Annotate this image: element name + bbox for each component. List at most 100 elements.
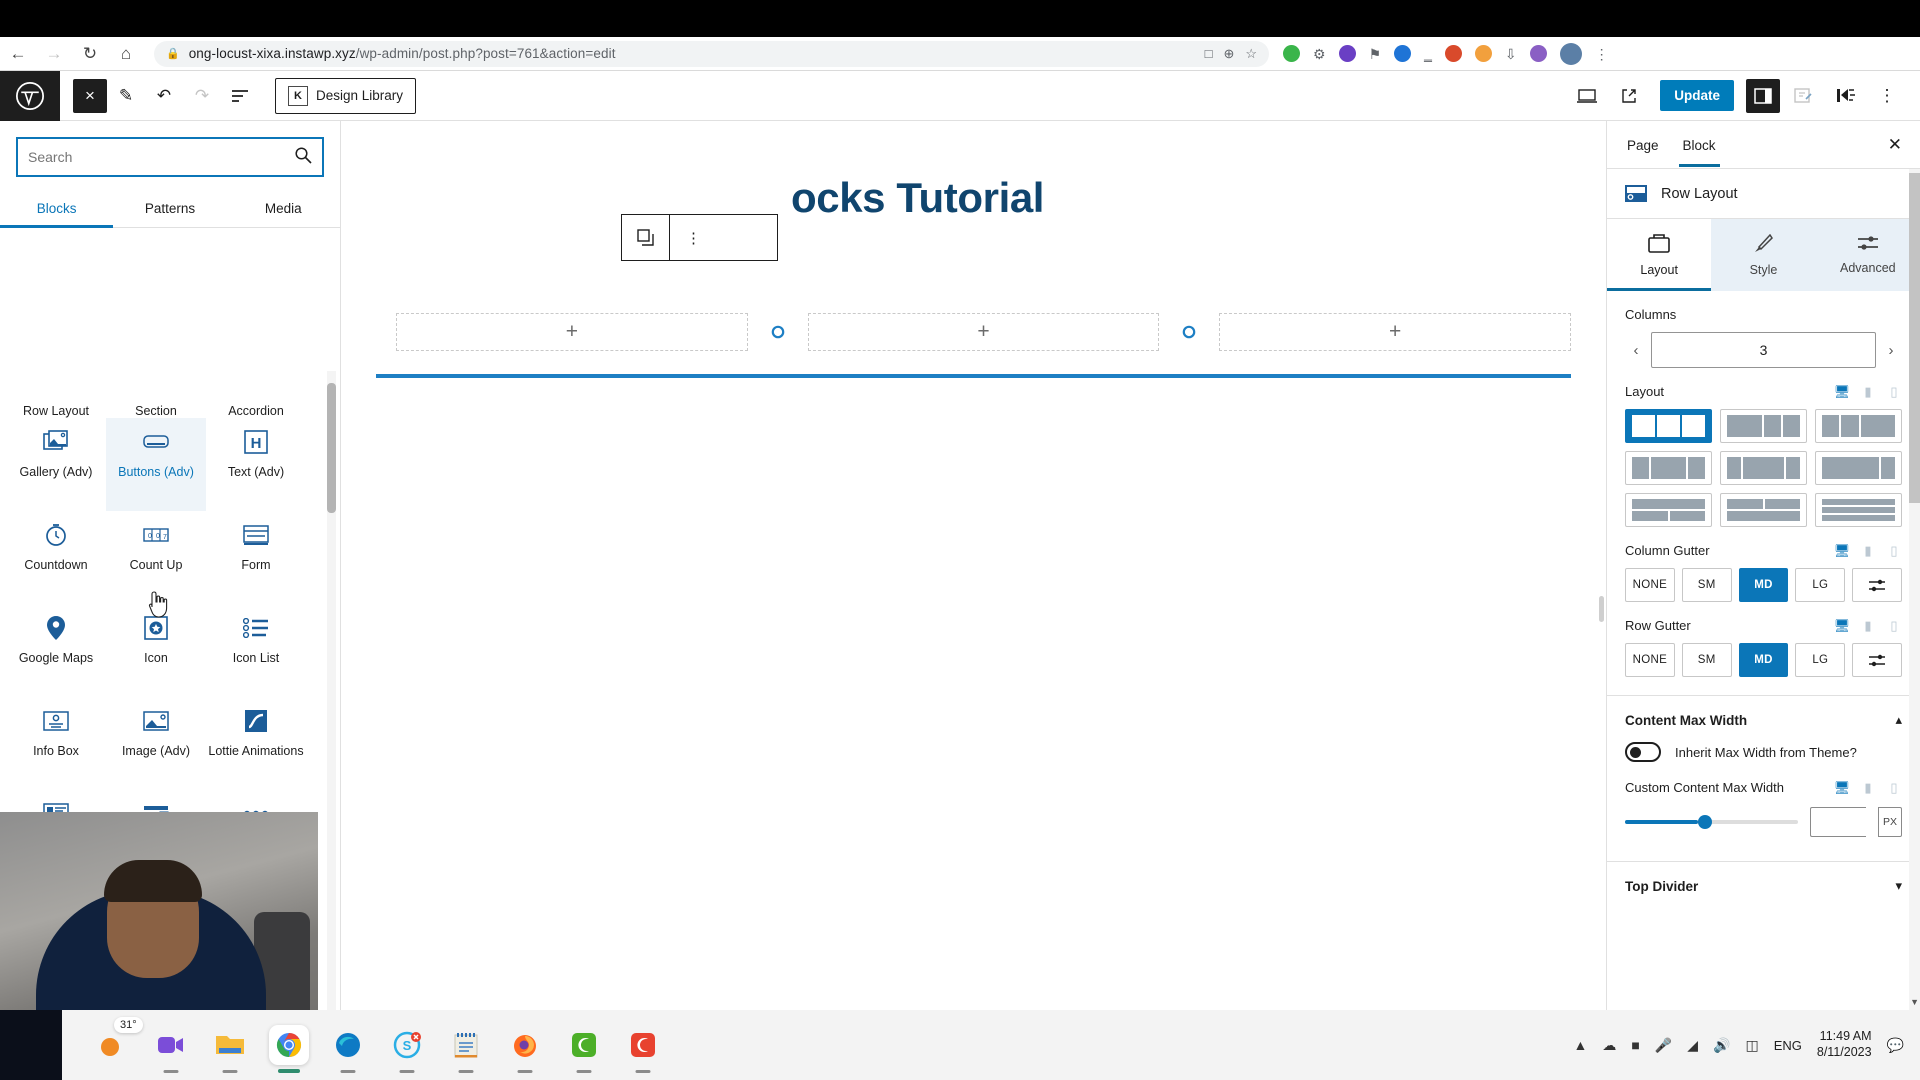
- mobile-icon[interactable]: ▯: [1886, 384, 1902, 399]
- chevron-down-icon[interactable]: ▾: [1895, 878, 1902, 894]
- close-icon[interactable]: ✕: [1888, 135, 1912, 155]
- vertical-dots-icon[interactable]: ⋮: [670, 215, 717, 260]
- back-arrow-icon[interactable]: ←: [0, 39, 36, 69]
- tablet-icon[interactable]: ▮: [1860, 618, 1876, 633]
- forward-arrow-icon[interactable]: →: [36, 39, 72, 69]
- tab-advanced[interactable]: Advanced: [1816, 219, 1920, 291]
- layout-option-left-wide-two[interactable]: [1720, 409, 1807, 443]
- slider-thumb[interactable]: [1697, 815, 1712, 829]
- block-item-google-maps[interactable]: Google Maps: [6, 604, 106, 697]
- show-hidden-icons[interactable]: ▲: [1573, 1037, 1587, 1053]
- reload-icon[interactable]: ↻: [72, 39, 108, 69]
- sidebar-scroll-down-arrow[interactable]: ▼: [1910, 997, 1919, 1007]
- microphone-icon[interactable]: 🎤: [1655, 1037, 1672, 1054]
- gutter-option-none[interactable]: NONE: [1625, 568, 1675, 602]
- unit-label[interactable]: PX: [1878, 807, 1902, 837]
- page-title[interactable]: ocks Tutorial: [791, 174, 1044, 222]
- tray-app-icon[interactable]: ■: [1631, 1037, 1639, 1053]
- update-button[interactable]: Update: [1660, 80, 1734, 111]
- design-library-button[interactable]: K Design Library: [275, 77, 417, 114]
- browser-menu-icon[interactable]: ⋮: [1595, 47, 1609, 61]
- block-item-gallery-adv[interactable]: Gallery (Adv): [6, 418, 106, 511]
- cast-icon[interactable]: □: [1205, 46, 1213, 61]
- gutter-option-sm[interactable]: SM: [1681, 568, 1732, 602]
- notifications-icon[interactable]: 💬: [1887, 1037, 1904, 1054]
- gutter-custom-button[interactable]: [1852, 568, 1902, 602]
- edge-icon[interactable]: [328, 1025, 368, 1073]
- row-gutter-option-sm[interactable]: SM: [1681, 643, 1732, 677]
- search-box[interactable]: [16, 137, 324, 177]
- preview-icon[interactable]: [1568, 77, 1606, 115]
- desktop-icon[interactable]: 🖥: [1834, 543, 1851, 558]
- block-item-form[interactable]: Form: [206, 511, 306, 604]
- clock[interactable]: 11:49 AM 8/11/2023: [1817, 1029, 1872, 1060]
- extension-blue-icon[interactable]: [1394, 45, 1412, 62]
- layout-option-center-wide[interactable]: [1625, 451, 1712, 485]
- chevron-right-icon[interactable]: ›: [1880, 342, 1902, 359]
- extension-purple-icon[interactable]: [1338, 45, 1356, 62]
- tab-block[interactable]: Block: [1671, 124, 1728, 167]
- extension-violet-icon[interactable]: [1529, 45, 1547, 62]
- column-placeholder[interactable]: +: [807, 313, 1160, 351]
- kadence-icon[interactable]: [1826, 77, 1864, 115]
- undo-icon[interactable]: ↶: [145, 77, 183, 115]
- external-link-icon[interactable]: [1610, 77, 1648, 115]
- mobile-icon[interactable]: ▯: [1886, 780, 1902, 795]
- weather-icon[interactable]: 31°: [92, 1017, 143, 1065]
- duplicate-icon[interactable]: [622, 215, 669, 260]
- row-gutter-custom-button[interactable]: [1852, 643, 1902, 677]
- gutter-option-lg[interactable]: LG: [1795, 568, 1846, 602]
- camtasia-editor-icon[interactable]: [623, 1025, 663, 1073]
- content-max-width-header[interactable]: Content Max Width ▴: [1607, 696, 1920, 742]
- gutter-option-md[interactable]: MD: [1738, 568, 1789, 602]
- language-indicator[interactable]: ENG: [1774, 1038, 1802, 1053]
- inherit-max-width-toggle[interactable]: [1625, 742, 1661, 762]
- desktop-icon[interactable]: 🖥: [1834, 780, 1851, 795]
- columns-value[interactable]: 3: [1651, 332, 1876, 368]
- pencil-icon[interactable]: ✎: [107, 77, 145, 115]
- notepad-icon[interactable]: [446, 1025, 486, 1073]
- camtasia-icon[interactable]: [564, 1025, 604, 1073]
- row-gutter-option-md[interactable]: MD: [1738, 643, 1789, 677]
- bookmark-star-icon[interactable]: ☆: [1245, 46, 1257, 62]
- layout-option-right-wide-two[interactable]: [1815, 409, 1902, 443]
- top-divider-header[interactable]: Top Divider ▾: [1607, 862, 1920, 908]
- download-icon[interactable]: ⇩: [1505, 47, 1517, 61]
- tab-patterns[interactable]: Patterns: [113, 191, 226, 227]
- tab-blocks[interactable]: Blocks: [0, 191, 114, 228]
- battery-icon[interactable]: ◫: [1745, 1037, 1758, 1054]
- block-item-text-adv[interactable]: H Text (Adv): [206, 418, 306, 511]
- onedrive-icon[interactable]: ☁: [1602, 1037, 1616, 1054]
- block-item-info-box[interactable]: Info Box: [6, 697, 106, 790]
- sidebar-scrollbar-thumb[interactable]: [1909, 173, 1920, 503]
- desktop-icon[interactable]: 🖥: [1834, 618, 1851, 633]
- block-item-icon-list[interactable]: Icon List: [206, 604, 306, 697]
- column-placeholder[interactable]: +: [396, 313, 748, 351]
- block-item-lottie-animations[interactable]: Lottie Animations: [206, 697, 306, 790]
- row-gutter-option-none[interactable]: NONE: [1625, 643, 1675, 677]
- layout-option-wide-narrow[interactable]: [1815, 451, 1902, 485]
- settings-sidebar-icon[interactable]: [1746, 78, 1780, 113]
- wifi-icon[interactable]: ◢: [1687, 1037, 1698, 1054]
- extension-orange-icon[interactable]: [1474, 45, 1492, 62]
- avatar[interactable]: [1559, 42, 1582, 65]
- chrome-icon[interactable]: [269, 1025, 309, 1073]
- row-gutter-option-lg[interactable]: LG: [1795, 643, 1846, 677]
- layout-option-three-stacked-rows[interactable]: [1815, 493, 1902, 527]
- file-explorer-icon[interactable]: [210, 1025, 250, 1073]
- more-options-icon[interactable]: ⋮: [1868, 77, 1906, 115]
- block-item-section[interactable]: Section: [106, 376, 206, 418]
- install-icon[interactable]: ⊕: [1223, 46, 1234, 62]
- mobile-icon[interactable]: ▯: [1886, 543, 1902, 558]
- redo-icon[interactable]: ↷: [183, 77, 221, 115]
- desktop-icon[interactable]: 🖥: [1834, 384, 1851, 399]
- volume-icon[interactable]: 🔊: [1713, 1037, 1730, 1054]
- close-inserter-button[interactable]: ×: [73, 78, 107, 113]
- list-view-icon[interactable]: [221, 77, 259, 115]
- extension-puzzle-icon[interactable]: ⚙: [1313, 47, 1326, 61]
- resize-handle-icon[interactable]: [1159, 325, 1219, 339]
- wordpress-logo[interactable]: [0, 70, 60, 121]
- extension-gear-icon[interactable]: ⚑: [1369, 47, 1382, 61]
- home-icon[interactable]: ⌂: [108, 39, 144, 69]
- block-item-accordion[interactable]: Accordion: [206, 376, 306, 418]
